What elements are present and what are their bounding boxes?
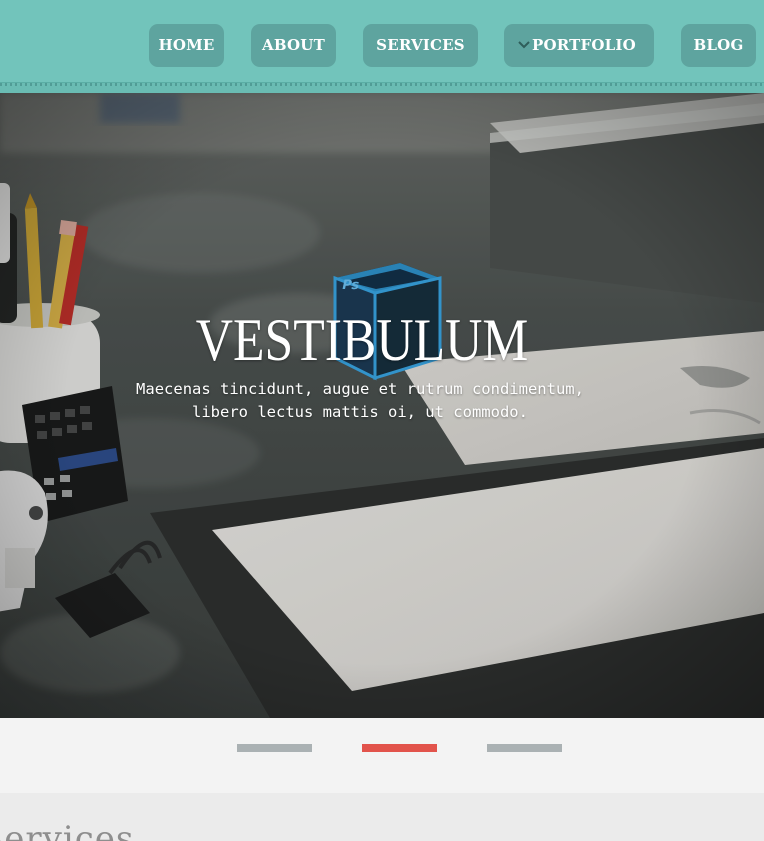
hero-title: VESTIBULUM: [195, 307, 529, 373]
nav-portfolio-button[interactable]: PORTFOLIO: [504, 24, 654, 67]
chevron-down-icon: [518, 23, 530, 66]
nav-about-button[interactable]: ABOUT: [251, 24, 336, 67]
slide-indicator-3[interactable]: [487, 744, 562, 752]
hero-subtitle-line-1: Maecenas tincidunt, augue et rutrum cond…: [136, 380, 584, 398]
nav-home-button[interactable]: HOME: [149, 24, 224, 67]
header-stitch-divider: [0, 82, 764, 93]
nav-portfolio-label: PORTFOLIO: [532, 36, 636, 54]
services-heading: Services: [0, 819, 135, 841]
hero-subtitle: Maecenas tincidunt, augue et rutrum cond…: [110, 378, 610, 424]
hero-slide: Ps: [0, 93, 764, 718]
slider-indicators: [0, 718, 764, 793]
nav-services-button[interactable]: SERVICES: [363, 24, 478, 67]
nav-blog-button[interactable]: BLOG: [681, 24, 756, 67]
slide-indicator-2[interactable]: [362, 744, 437, 752]
slide-indicator-1[interactable]: [237, 744, 312, 752]
site-header: HOME ABOUT SERVICES PORTFOLIO BLOG: [0, 0, 764, 93]
services-section: Services: [0, 793, 764, 841]
hero-subtitle-line-2: libero lectus mattis oi, ut commodo.: [192, 403, 528, 421]
